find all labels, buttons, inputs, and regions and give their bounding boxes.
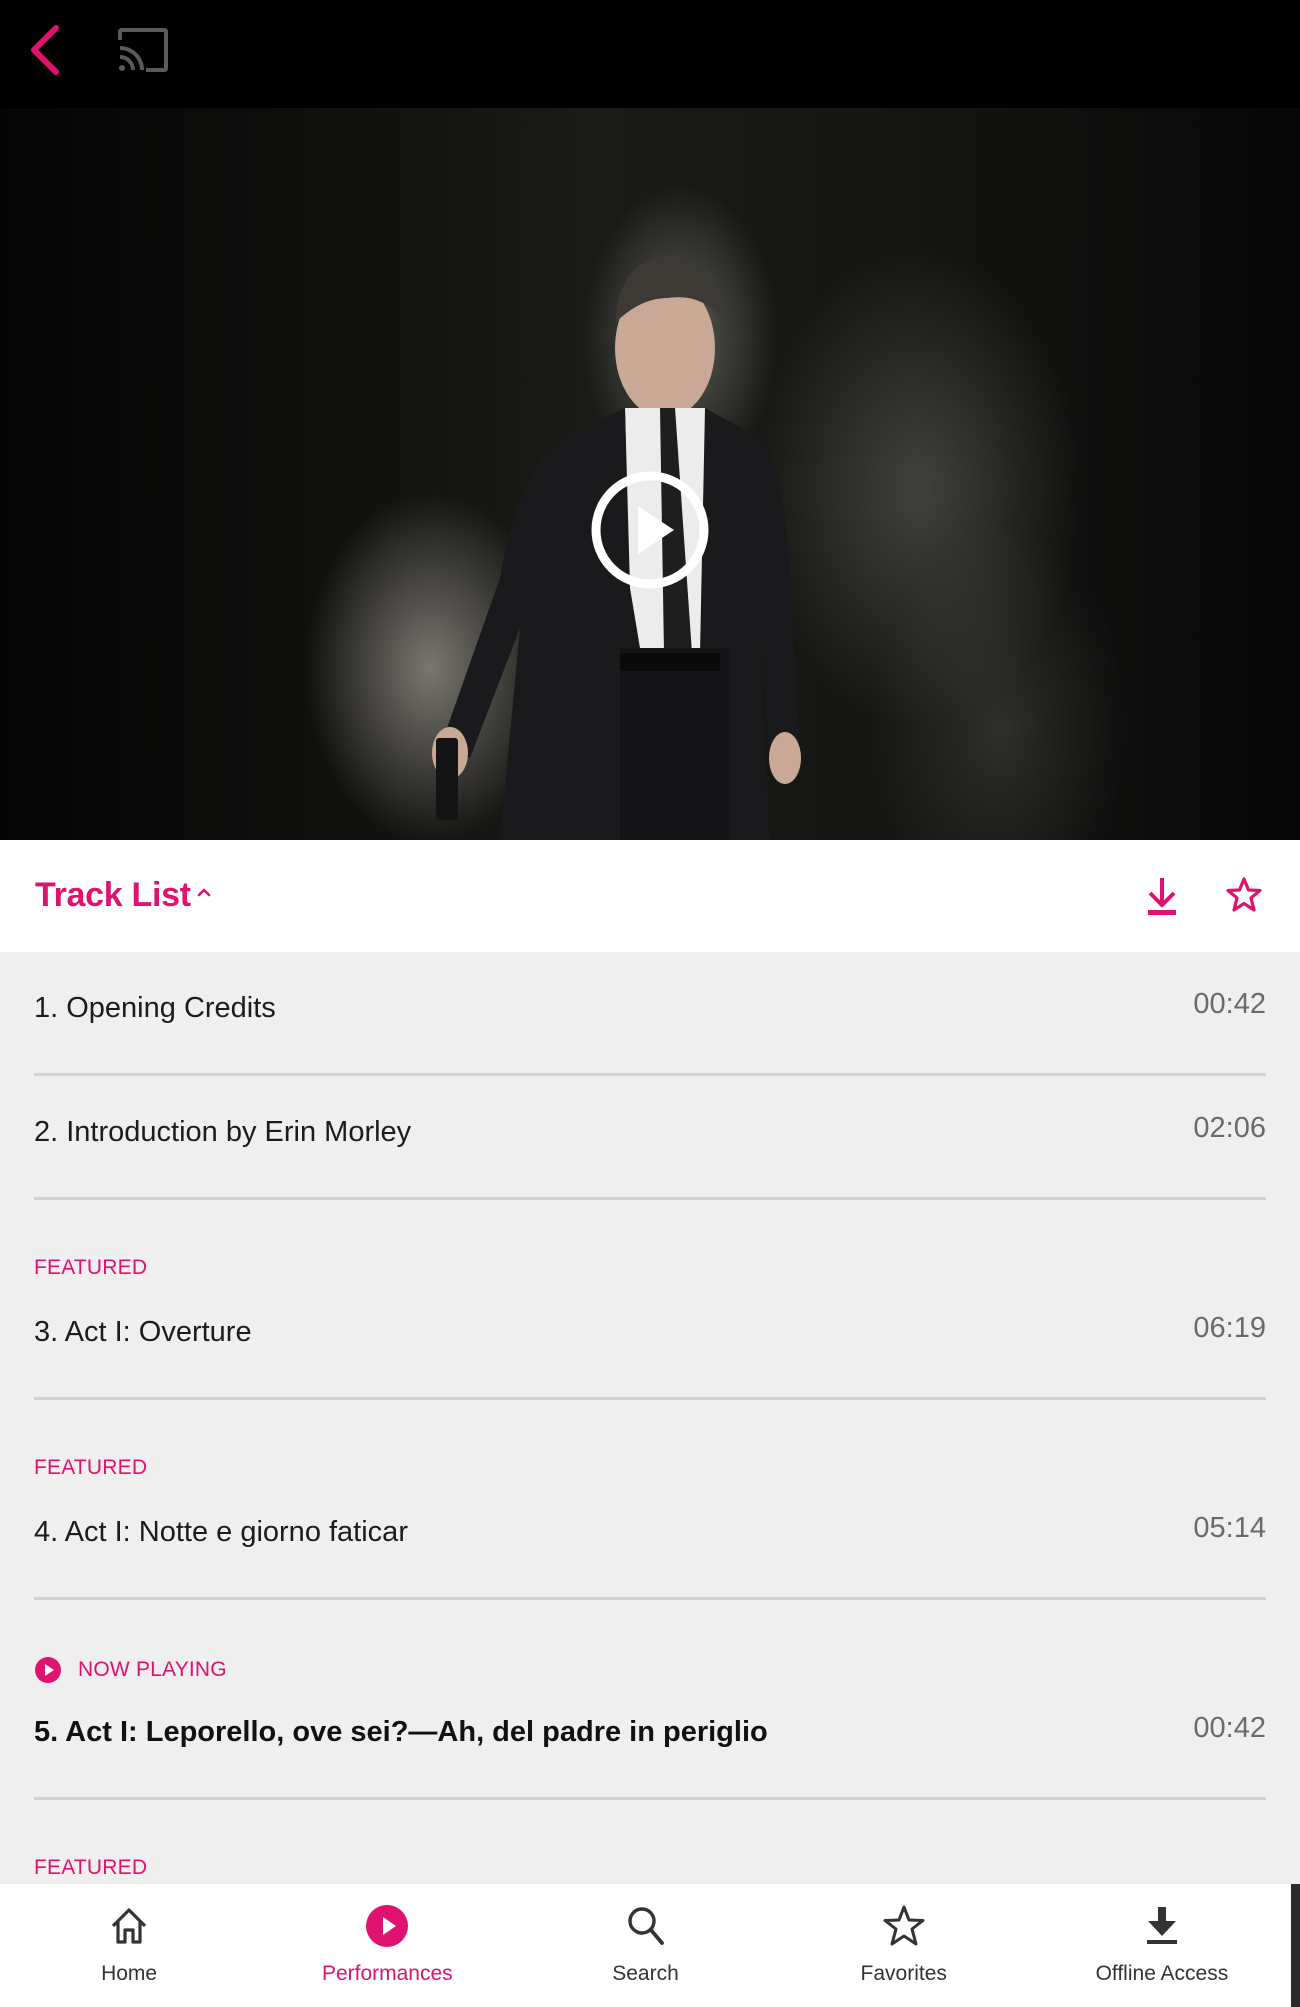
play-circle-icon [591,471,709,589]
nav-label: Favorites [860,1962,947,1985]
star-outline-icon [883,1905,925,1946]
track-title: 1. Opening Credits [34,992,276,1024]
track-item[interactable]: 2. Introduction by Erin Morley 02:06 [34,1076,1266,1200]
play-circle-filled-icon [366,1905,409,1947]
star-outline-icon [1226,877,1262,912]
track-duration: 05:14 [1193,1512,1266,1544]
track-item[interactable]: Featured [34,1800,1266,1884]
nav-offline-access[interactable]: Offline Access [1033,1884,1291,2007]
chevron-left-icon [31,25,59,75]
bottom-navigation: Home Performances Search Favorites Offli… [0,1884,1291,2007]
track-duration: 00:42 [1193,1712,1266,1744]
download-icon [1146,1907,1177,1944]
back-button[interactable] [26,24,66,76]
track-title: 4. Act I: Notte e giorno faticar [34,1516,408,1548]
performance-hero-image[interactable] [0,108,1300,840]
now-playing-badge: Now Playing [34,1656,227,1684]
nav-label: Offline Access [1095,1962,1229,1985]
track-item[interactable]: Featured 3. Act I: Overture 06:19 [34,1200,1266,1400]
chevron-up-icon[interactable] [196,886,212,898]
track-list-header: Track List [0,840,1300,952]
play-circle-filled-icon [35,1657,61,1683]
nav-favorites[interactable]: Favorites [775,1884,1033,2007]
favorite-button[interactable] [1226,876,1262,914]
featured-badge: Featured [34,1856,148,1879]
featured-badge: Featured [34,1456,148,1479]
play-video-button[interactable] [588,468,712,592]
download-icon [1148,878,1176,915]
cast-button[interactable] [116,26,170,74]
track-item[interactable]: Featured 4. Act I: Notte e giorno fatica… [34,1400,1266,1600]
download-button[interactable] [1144,876,1180,918]
nav-home[interactable]: Home [0,1884,258,2007]
track-duration: 02:06 [1193,1112,1266,1144]
nav-label: Search [612,1962,679,1985]
track-title: 5. Act I: Leporello, ove sei?—Ah, del pa… [34,1716,768,1748]
scrollbar[interactable] [1291,1884,1300,2007]
now-playing-label: Now Playing [78,1658,227,1681]
cast-icon [118,28,168,72]
home-icon [111,1908,147,1944]
track-item[interactable]: 1. Opening Credits 00:42 [34,952,1266,1076]
featured-badge: Featured [34,1256,148,1279]
track-item-now-playing[interactable]: Now Playing 5. Act I: Leporello, ove sei… [34,1600,1266,1800]
track-duration: 00:42 [1193,988,1266,1020]
nav-label: Performances [321,1962,453,1985]
track-duration: 06:19 [1193,1312,1266,1344]
top-bar [0,0,1300,108]
track-title: 3. Act I: Overture [34,1316,252,1348]
nav-performances[interactable]: Performances [258,1884,516,2007]
track-list: 1. Opening Credits 00:42 2. Introduction… [0,952,1300,1884]
nav-search[interactable]: Search [516,1884,774,2007]
nav-label: Home [101,1962,158,1985]
track-title: 2. Introduction by Erin Morley [34,1116,412,1148]
track-list-toggle[interactable]: Track List [35,876,191,915]
search-icon [627,1907,664,1945]
